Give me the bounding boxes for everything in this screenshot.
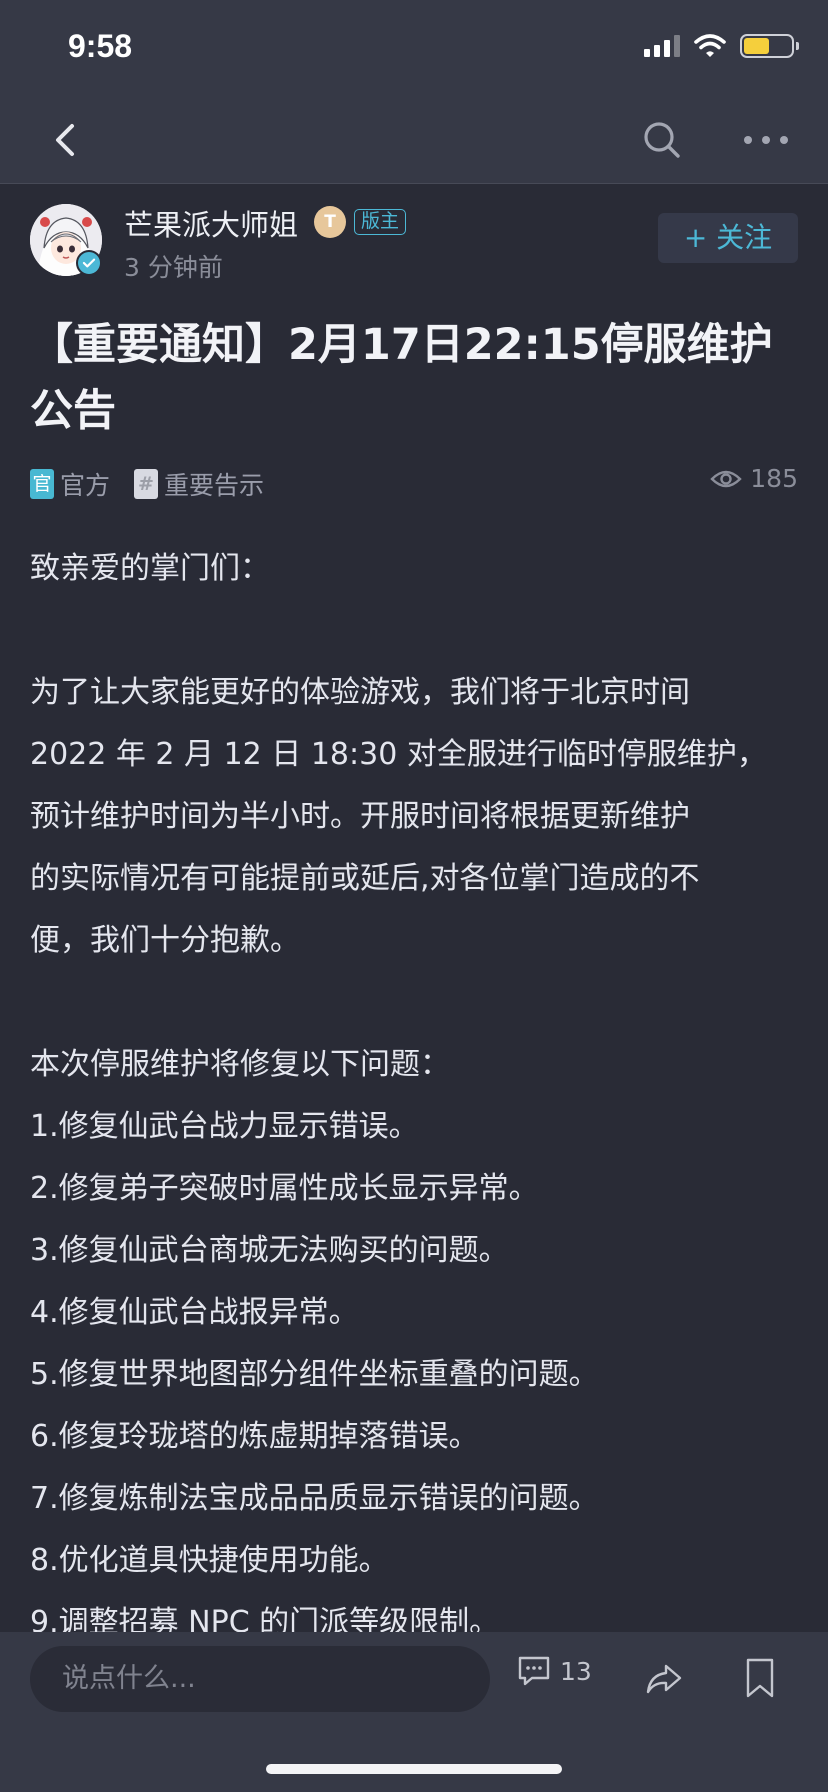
share-icon[interactable] [644,1658,684,1698]
wifi-icon [694,34,726,57]
tag-label: 官方 [60,471,111,500]
official-tag-icon: 官 [30,469,54,499]
tag-label: 重要告示 [164,471,265,500]
status-time: 9:58 [68,28,133,64]
body-line: 6.修复玲珑塔的炼虚期掉落错误。 [30,1419,479,1454]
search-icon[interactable] [638,116,686,164]
status-icons [644,34,799,58]
cellular-signal-icon [644,35,680,57]
body-line: 1.修复仙武台战力显示错误。 [30,1109,419,1144]
body-line: 便，我们十分抱歉。 [30,923,300,958]
body-line: 7.修复炼制法宝成品品质显示错误的问题。 [30,1481,599,1516]
post-body: 致亲爱的掌门们： 为了让大家能更好的体验游戏，我们将于北京时间 2022 年 2… [30,538,804,1632]
level-badge: T [314,206,346,238]
home-indicator [266,1764,562,1774]
hashtag-icon: # [134,469,158,499]
moderator-badge: 版主 [354,209,407,235]
bookmark-icon[interactable] [742,1656,778,1700]
post-time: 3 分钟前 [124,253,223,282]
eye-icon [710,470,742,487]
comments-button[interactable]: 13 [516,1654,592,1688]
chevron-left-icon[interactable] [46,116,90,164]
body-line [30,600,804,662]
body-line: 8.优化道具快捷使用功能。 [30,1543,389,1578]
body-line: 4.修复仙武台战报异常。 [30,1295,359,1330]
view-count-value: 185 [750,464,798,493]
view-count: 185 [710,464,798,493]
body-line: 9.调整招募 NPC 的门派等级限制。 [30,1605,500,1632]
body-line: 3.修复仙武台商城无法购买的问题。 [30,1233,509,1268]
nav-bar [0,96,828,184]
body-line: 的实际情况有可能提前或延后,对各位掌门造成的不 [30,861,700,896]
battery-icon [740,34,799,58]
follow-button[interactable]: + 关注 [658,213,798,263]
body-line [30,972,804,1034]
body-line: 本次停服维护将修复以下问题： [30,1047,450,1082]
body-line: 致亲爱的掌门们： [30,551,270,586]
body-line: 为了让大家能更好的体验游戏，我们将于北京时间 [30,675,690,710]
bottom-action-bar: 13 [0,1632,828,1792]
body-line: 预计维护时间为半小时。开服时间将根据更新维护 [30,799,690,834]
comment-input[interactable] [30,1646,490,1712]
comment-count: 13 [560,1656,592,1686]
post-title: 【重要通知】2月17日22:15停服维护公告 [30,320,773,436]
tag-official[interactable]: 官 官方 [30,466,110,502]
verified-icon [76,250,102,276]
comment-icon [518,1656,550,1686]
body-line: 2.修复弟子突破时属性成长显示异常。 [30,1171,539,1206]
status-bar: 9:58 [0,0,828,96]
more-dots-icon[interactable] [738,116,794,164]
body-line: 2022 年 2 月 12 日 18:30 对全服进行临时停服维护， [30,737,767,772]
body-line: 5.修复世界地图部分组件坐标重叠的问题。 [30,1357,599,1392]
tag-important-notice[interactable]: # 重要告示 [134,466,264,502]
author-name[interactable]: 芒果派大师姐 [124,202,298,244]
